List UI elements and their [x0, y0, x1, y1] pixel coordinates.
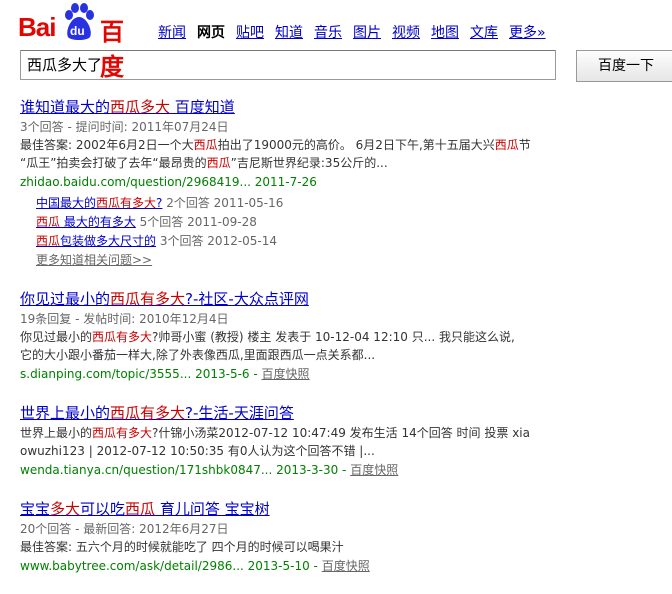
- top-nav: 新闻 网页 贴吧 知道 音乐 图片 视频 地图 文库 更多»: [158, 22, 557, 42]
- title-text: 宝宝: [20, 500, 51, 518]
- abstract-text: 最佳答案: 五六个月的时候就能吃了 四个月的时候可以喝果汁: [20, 540, 344, 554]
- search-input[interactable]: 西瓜多大了: [20, 50, 556, 80]
- related-question: 中国最大的西瓜有多大? 2个回答 2011-05-16: [36, 194, 660, 213]
- related-question: 西瓜 最大的有多大 5个回答 2011-09-28: [36, 213, 660, 232]
- result-url: zhidao.baidu.com/question/2968419... 201…: [20, 172, 660, 192]
- abstract-text: 它的大小跟小番茄一样大,除了外表像西瓜,里面跟西瓜一点关系都...: [20, 348, 376, 362]
- search-result: 世界上最小的西瓜有多大?-生活-天涯问答 世界上最小的西瓜有多大?什锦小汤菜201…: [20, 402, 660, 480]
- nav-item[interactable]: 文库: [470, 25, 498, 41]
- abstract-text: 拍出了19000元的高价。 6月2日下午,第十五届大兴: [217, 138, 495, 152]
- abstract-text: “瓜王”拍卖会打破了去年“最昂贵的: [20, 156, 207, 170]
- abstract-text: ?帅哥小蜜 (教授) 楼主 发表于 10-12-04 12:10 只... 我只…: [152, 330, 515, 344]
- abstract-highlight: 西瓜有多大: [92, 330, 153, 344]
- nav-item[interactable]: 更多»: [509, 25, 546, 41]
- abstract-line: 你见过最小的西瓜有多大?帅哥小蜜 (教授) 楼主 发表于 10-12-04 12…: [20, 328, 660, 346]
- related-highlight: 西瓜: [36, 234, 61, 248]
- abstract-text: 你见过最小的: [20, 330, 93, 344]
- result-abstract: 最佳答案: 五六个月的时候就能吃了 四个月的时候可以喝果汁: [20, 538, 660, 556]
- result-meta: 20个回答 - 最新回答: 2012年6月27日: [20, 522, 229, 536]
- abstract-line: owuzhi123 | 2012-07-12 10:50:35 有0人认为这个回…: [20, 442, 660, 460]
- abstract-line: “瓜王”拍卖会打破了去年“最昂贵的西瓜”吉尼斯世界纪录:35公斤的...: [20, 154, 660, 172]
- result-abstract: 最佳答案: 2002年6月2日一个大西瓜拍出了19000元的高价。 6月2日下午…: [20, 136, 660, 172]
- logo-du-text: du: [70, 24, 85, 38]
- result-title-link[interactable]: 宝宝多大可以吃西瓜 育儿问答 宝宝树: [20, 498, 660, 520]
- search-result: 谁知道最大的西瓜多大 百度知道 3个回答 - 提问时间: 2011年07月24日最…: [20, 96, 660, 270]
- nav-item: 网页: [197, 25, 225, 41]
- nav-item[interactable]: 视频: [392, 25, 420, 41]
- abstract-text: 最佳答案: 2002年6月2日一个大: [20, 138, 194, 152]
- baidu-logo[interactable]: Bai du 百度: [18, 2, 138, 81]
- title-highlight: 西瓜多大: [110, 98, 171, 116]
- url-text: wenda.tianya.cn/question/171shbk0847... …: [20, 463, 351, 477]
- title-text: 谁知道最大的: [20, 98, 111, 116]
- title-text: 可以吃: [80, 500, 126, 518]
- abstract-highlight: 西瓜: [206, 156, 231, 170]
- search-result: 宝宝多大可以吃西瓜 育儿问答 宝宝树 20个回答 - 最新回答: 2012年6月2…: [20, 498, 660, 576]
- related-question-meta: 5个回答 2011-09-28: [135, 215, 257, 229]
- related-question-link[interactable]: 西瓜 最大的有多大: [36, 215, 136, 229]
- related-text: 包装做多大尺寸的: [60, 234, 157, 248]
- url-text: www.babytree.com/ask/detail/2986... 2013…: [20, 559, 322, 573]
- title-highlight: 西瓜有多大: [110, 404, 186, 422]
- search-result: 你见过最小的西瓜有多大?-社区-大众点评网 19条回复 - 发帖时间: 2010年…: [20, 288, 660, 384]
- title-text: 世界上最小的: [20, 404, 111, 422]
- nav-item[interactable]: 图片: [353, 25, 381, 41]
- nav-item[interactable]: 知道: [275, 25, 303, 41]
- abstract-highlight: 西瓜: [494, 138, 519, 152]
- result-url: wenda.tianya.cn/question/171shbk0847... …: [20, 460, 660, 480]
- result-title-link[interactable]: 你见过最小的西瓜有多大?-社区-大众点评网: [20, 288, 660, 310]
- related-highlight: 西瓜有多大: [96, 196, 157, 210]
- abstract-highlight: 西瓜: [193, 138, 218, 152]
- title-highlight: 多大: [50, 500, 81, 518]
- url-text: zhidao.baidu.com/question/2968419... 201…: [20, 175, 317, 189]
- title-text: 育儿问答 宝宝树: [155, 500, 270, 518]
- url-text: s.dianping.com/topic/3555... 2013-5-6 -: [20, 367, 262, 381]
- cache-link[interactable]: 百度快照: [350, 463, 398, 477]
- title-text: ?-生活-天涯问答: [185, 404, 294, 422]
- logo-bai-text: Bai: [18, 12, 56, 42]
- cache-link[interactable]: 百度快照: [262, 367, 310, 381]
- abstract-text: ”吉尼斯世界纪录:35公斤的...: [230, 156, 388, 170]
- nav-item[interactable]: 新闻: [158, 25, 186, 41]
- related-questions: 中国最大的西瓜有多大? 2个回答 2011-05-16 西瓜 最大的有多大 5个回…: [36, 194, 660, 270]
- nav-item[interactable]: 贴吧: [236, 25, 264, 41]
- result-title-link[interactable]: 世界上最小的西瓜有多大?-生活-天涯问答: [20, 402, 660, 424]
- cache-link[interactable]: 百度快照: [322, 559, 370, 573]
- abstract-text: owuzhi123 | 2012-07-12 10:50:35 有0人认为这个回…: [20, 444, 375, 458]
- result-abstract: 世界上最小的西瓜有多大?什锦小汤菜2012-07-12 10:47:49 发布生…: [20, 424, 660, 460]
- nav-item[interactable]: 地图: [431, 25, 459, 41]
- abstract-line: 最佳答案: 2002年6月2日一个大西瓜拍出了19000元的高价。 6月2日下午…: [20, 136, 660, 154]
- title-text: ?-社区-大众点评网: [185, 290, 309, 308]
- related-highlight: 西瓜: [36, 215, 61, 229]
- title-highlight: 西瓜: [125, 500, 156, 518]
- abstract-text: 世界上最小的: [20, 426, 93, 440]
- search-button[interactable]: 百度一下: [576, 50, 672, 82]
- result-abstract: 你见过最小的西瓜有多大?帅哥小蜜 (教授) 楼主 发表于 10-12-04 12…: [20, 328, 660, 364]
- results-list: 谁知道最大的西瓜多大 百度知道 3个回答 - 提问时间: 2011年07月24日最…: [20, 96, 660, 594]
- related-question: 西瓜包装做多大尺寸的 3个回答 2012-05-14: [36, 232, 660, 251]
- abstract-text: ?什锦小汤菜2012-07-12 10:47:49 发布生活 14个回答 时间 …: [152, 426, 530, 440]
- result-url: www.babytree.com/ask/detail/2986... 2013…: [20, 556, 660, 576]
- related-text: 最大的有多大: [60, 215, 136, 229]
- more-questions-link[interactable]: 更多知道相关问题>>: [36, 251, 660, 270]
- abstract-text: 节: [518, 138, 531, 152]
- title-text: 你见过最小的: [20, 290, 111, 308]
- header: Bai du 百度 新闻 网页 贴吧 知道 音乐 图片 视频 地图 文库 更多»: [0, 0, 672, 81]
- result-meta: 3个回答 - 提问时间: 2011年07月24日: [20, 120, 229, 134]
- related-question-meta: 2个回答 2011-05-16: [162, 196, 284, 210]
- related-question-meta: 3个回答 2012-05-14: [156, 234, 278, 248]
- title-highlight: 西瓜有多大: [110, 290, 186, 308]
- abstract-highlight: 西瓜有多大: [92, 426, 153, 440]
- abstract-line: 世界上最小的西瓜有多大?什锦小汤菜2012-07-12 10:47:49 发布生…: [20, 424, 660, 442]
- related-question-link[interactable]: 西瓜包装做多大尺寸的: [36, 234, 156, 248]
- title-text: 百度知道: [170, 98, 235, 116]
- related-question-link[interactable]: 中国最大的西瓜有多大?: [36, 196, 162, 210]
- abstract-line: 它的大小跟小番茄一样大,除了外表像西瓜,里面跟西瓜一点关系都...: [20, 346, 660, 364]
- nav-item[interactable]: 音乐: [314, 25, 342, 41]
- related-text: 中国最大的: [36, 196, 97, 210]
- result-title-link[interactable]: 谁知道最大的西瓜多大 百度知道: [20, 96, 660, 118]
- abstract-line: 最佳答案: 五六个月的时候就能吃了 四个月的时候可以喝果汁: [20, 538, 660, 556]
- result-url: s.dianping.com/topic/3555... 2013-5-6 - …: [20, 364, 660, 384]
- result-meta: 19条回复 - 发帖时间: 2010年12月4日: [20, 312, 229, 326]
